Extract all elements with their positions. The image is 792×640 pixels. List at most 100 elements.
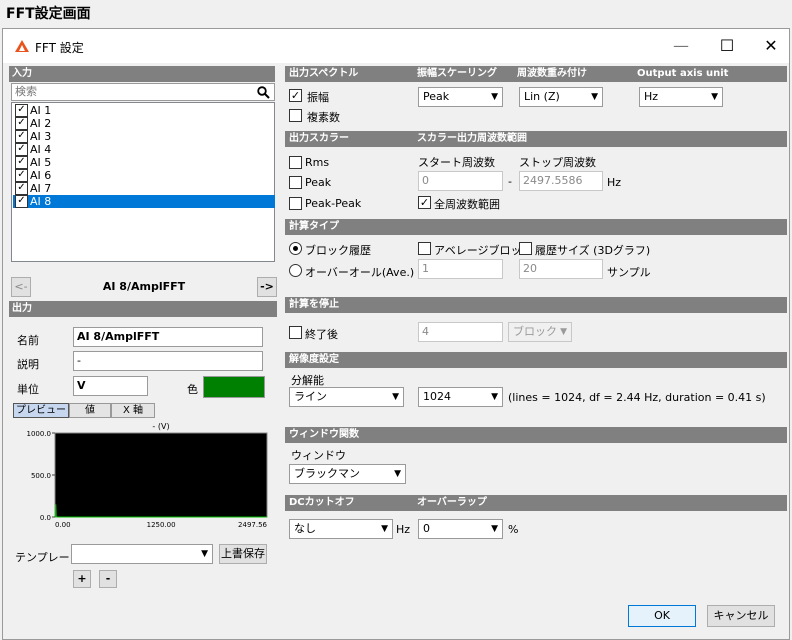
- resolution-info: (lines = 1024, df = 2.44 Hz, duration = …: [508, 391, 766, 404]
- color-swatch[interactable]: [203, 376, 265, 398]
- maximize-button[interactable]: ☐: [707, 33, 747, 59]
- channel-label: AI 6: [30, 169, 52, 182]
- channel-list-item[interactable]: ✓ AI 3: [13, 130, 275, 143]
- channel-list-item[interactable]: ✓ AI 2: [13, 117, 275, 130]
- output-scalar-header: 出力スカラー: [289, 133, 349, 144]
- channel-checkbox[interactable]: ✓: [15, 104, 28, 117]
- samples-unit-label: サンプル: [607, 266, 651, 279]
- x-tick-label: 0.00: [55, 521, 71, 529]
- name-field[interactable]: AI 8/AmplFFT: [73, 327, 263, 347]
- amplitude-scaling-value: Peak: [423, 90, 450, 103]
- tab-preview[interactable]: プレビュー: [13, 403, 69, 418]
- dc-cutoff-header: DCカットオフ: [289, 497, 355, 508]
- peak-peak-label: Peak-Peak: [305, 197, 362, 210]
- overall-average-radio[interactable]: [289, 264, 302, 277]
- rms-checkbox[interactable]: [289, 156, 302, 169]
- history-size-checkbox[interactable]: [519, 242, 532, 255]
- complex-checkbox[interactable]: [289, 109, 302, 122]
- all-frequency-range-checkbox[interactable]: ✓: [418, 196, 431, 209]
- window-function-header: ウィンドウ関数: [285, 427, 787, 443]
- frequency-weighting-select[interactable]: Lin (Z) ▼: [519, 87, 603, 107]
- channel-label: AI 1: [30, 104, 52, 117]
- channel-checkbox[interactable]: ✓: [15, 130, 28, 143]
- overlap-select[interactable]: 0 ▼: [418, 519, 503, 539]
- fft-preview-chart: - (V) 1000.0 500.0 0.0 0.00 1250.00 2497.56: [13, 421, 271, 541]
- window-select[interactable]: ブラックマン ▼: [289, 464, 406, 484]
- stop-frequency-input[interactable]: 2497.5586: [519, 171, 603, 191]
- channel-list-item[interactable]: ✓ AI 4: [13, 143, 275, 156]
- channel-checkbox[interactable]: ✓: [15, 156, 28, 169]
- chevron-down-icon: ▼: [201, 549, 208, 559]
- fft-settings-dialog: FFT 設定 — ☐ ✕ 入力 検索 ✓ AI 1 ✓ AI 2 ✓ AI 3 ✓ AI 4 ✓…: [2, 28, 790, 640]
- dc-cutoff-value: なし: [294, 522, 316, 535]
- channel-checkbox[interactable]: ✓: [15, 195, 28, 208]
- chevron-down-icon: ▼: [711, 92, 718, 102]
- amplitude-label: 振幅: [307, 91, 329, 104]
- history-size-label: 履歴サイズ (3Dグラフ): [535, 244, 651, 257]
- amplitude-scaling-header: 振幅スケーリング: [417, 68, 497, 79]
- output-spectrum-section: 出力スペクトル 振幅スケーリング 周波数重み付け Output axis uni…: [285, 66, 787, 82]
- channel-list-item[interactable]: ✓ AI 8: [13, 195, 275, 208]
- channel-search-input[interactable]: 検索: [11, 83, 275, 101]
- channel-list: ✓ AI 1 ✓ AI 2 ✓ AI 3 ✓ AI 4 ✓ AI 5 ✓ AI 6 ✓ AI 7 ✓ AI 8: [11, 102, 275, 262]
- previous-channel-button[interactable]: <-: [11, 277, 31, 297]
- channel-checkbox[interactable]: ✓: [15, 143, 28, 156]
- tab-x-axis[interactable]: X 軸: [111, 403, 155, 418]
- channel-checkbox[interactable]: ✓: [15, 169, 28, 182]
- chevron-down-icon: ▼: [491, 392, 498, 402]
- dc-overlap-section: DCカットオフ オーバーラップ: [285, 495, 787, 511]
- peak-peak-checkbox[interactable]: [289, 197, 302, 210]
- channel-label: AI 5: [30, 156, 52, 169]
- chevron-down-icon: ▼: [560, 327, 567, 337]
- channel-checkbox[interactable]: ✓: [15, 117, 28, 130]
- overwrite-save-button[interactable]: 上書保存: [219, 544, 267, 564]
- rms-label: Rms: [305, 156, 330, 169]
- channel-list-item[interactable]: ✓ AI 5: [13, 156, 275, 169]
- channel-list-item[interactable]: ✓ AI 7: [13, 182, 275, 195]
- ok-button[interactable]: OK: [628, 605, 696, 627]
- average-block-label: アベレージブロック: [434, 244, 533, 257]
- overlap-header: オーバーラップ: [417, 497, 487, 508]
- after-end-checkbox[interactable]: [289, 326, 302, 339]
- block-history-radio[interactable]: [289, 242, 302, 255]
- name-label: 名前: [17, 334, 39, 347]
- search-icon[interactable]: [257, 86, 270, 99]
- close-button[interactable]: ✕: [751, 33, 791, 59]
- peak-checkbox[interactable]: [289, 176, 302, 189]
- start-frequency-input[interactable]: 0: [418, 171, 503, 191]
- resolution-lines-select[interactable]: 1024 ▼: [418, 387, 503, 407]
- axis-unit-select[interactable]: Hz ▼: [639, 87, 723, 107]
- dc-cutoff-select[interactable]: なし ▼: [289, 519, 393, 539]
- template-select[interactable]: ▼: [71, 544, 213, 564]
- cancel-button[interactable]: キャンセル: [707, 605, 775, 627]
- channel-label: AI 7: [30, 182, 52, 195]
- average-block-checkbox[interactable]: [418, 242, 431, 255]
- color-label: 色: [187, 383, 198, 396]
- remove-template-button[interactable]: -: [99, 570, 117, 588]
- description-field[interactable]: -: [73, 351, 263, 371]
- average-count-input[interactable]: 1: [418, 259, 503, 279]
- history-size-input[interactable]: 20: [519, 259, 603, 279]
- frequency-unit-label: Hz: [607, 176, 622, 189]
- channel-list-item[interactable]: ✓ AI 6: [13, 169, 275, 182]
- unit-field[interactable]: V: [73, 376, 148, 396]
- frequency-weighting-header: 周波数重み付け: [517, 68, 587, 79]
- output-spectrum-header: 出力スペクトル: [289, 68, 359, 79]
- scalar-range-header: スカラー出力周波数範囲: [417, 133, 527, 144]
- start-frequency-label: スタート周波数: [418, 156, 495, 169]
- window-value: ブラックマン: [294, 467, 360, 480]
- after-end-count-input[interactable]: 4: [418, 322, 503, 342]
- next-channel-button[interactable]: ->: [257, 277, 277, 297]
- resolution-mode-value: ライン: [294, 390, 327, 403]
- channel-checkbox[interactable]: ✓: [15, 182, 28, 195]
- chevron-down-icon: ▼: [394, 469, 401, 479]
- amplitude-scaling-select[interactable]: Peak ▼: [418, 87, 503, 107]
- minimize-button[interactable]: —: [661, 33, 701, 59]
- after-end-unit-select[interactable]: ブロック ▼: [508, 322, 572, 342]
- channel-list-item[interactable]: ✓ AI 1: [13, 104, 275, 117]
- tab-values[interactable]: 値: [69, 403, 111, 418]
- chevron-down-icon: ▼: [381, 524, 388, 534]
- add-template-button[interactable]: +: [73, 570, 91, 588]
- resolution-mode-select[interactable]: ライン ▼: [289, 387, 404, 407]
- amplitude-checkbox[interactable]: ✓: [289, 89, 302, 102]
